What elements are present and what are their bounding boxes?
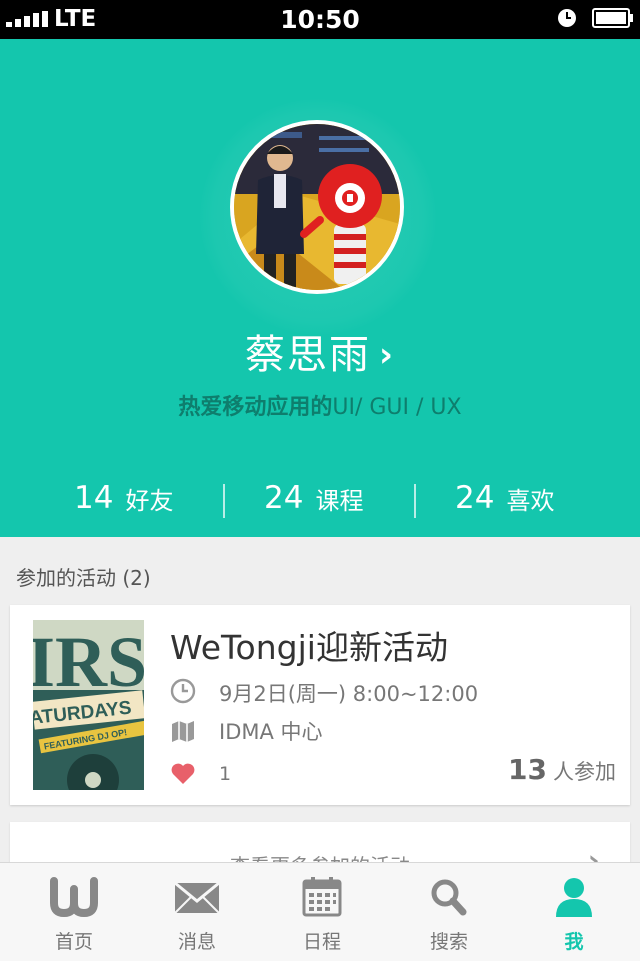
tab-label: 日程: [302, 931, 341, 953]
stat-likes[interactable]: 24 喜欢: [455, 480, 554, 522]
event-like-count: 1: [219, 763, 232, 785]
participants-label: 人参加: [553, 760, 616, 784]
section-title: 参加的活动 (2): [16, 566, 151, 590]
envelope-icon: [174, 881, 220, 914]
heart-icon[interactable]: [170, 761, 196, 787]
stat-courses[interactable]: 24 课程: [264, 480, 363, 522]
stat-label: 喜欢: [506, 486, 555, 515]
tab-messages[interactable]: 消息: [133, 863, 261, 961]
stat-friends[interactable]: 14 好友: [74, 480, 173, 522]
profile-stats: 14 好友 24 课程 24 喜欢: [0, 480, 640, 522]
bio-text: 热爱移动应用的: [178, 395, 333, 420]
stat-value: 14: [74, 480, 114, 516]
tab-label: 我: [564, 931, 584, 953]
search-icon: [431, 879, 467, 916]
status-bar: LTE 10:50: [0, 0, 640, 39]
chevron-right-icon: ›: [378, 335, 395, 375]
tab-label: 搜索: [429, 931, 468, 953]
participants: 13 人参加: [508, 753, 616, 786]
event-poster-image: IRS ATURDAYS FEATURING DJ OP!: [33, 620, 144, 790]
clock-icon: [170, 678, 196, 704]
map-icon: [172, 721, 194, 742]
tab-home[interactable]: 首页: [10, 863, 138, 961]
user-name-link[interactable]: 蔡思雨 ›: [0, 322, 640, 380]
poster-big-text: IRS: [33, 622, 144, 702]
battery-icon: [592, 8, 633, 28]
calendar-icon: [302, 877, 342, 917]
status-time: 10:50: [280, 5, 360, 34]
stat-label: 课程: [315, 486, 364, 515]
event-title: WeTongji迎新活动: [170, 628, 448, 667]
tab-label: 首页: [54, 931, 93, 953]
stat-label: 好友: [125, 486, 174, 515]
tab-schedule[interactable]: 日程: [258, 863, 386, 961]
avatar[interactable]: [230, 120, 404, 294]
alarm-clock-icon: [558, 9, 576, 27]
participants-count: 13: [508, 753, 547, 786]
user-bio: 热爱移动应用的UI/ GUI / UX: [0, 389, 640, 421]
event-location: IDMA 中心: [219, 720, 323, 744]
stat-value: 24: [264, 480, 304, 516]
tab-bar: 首页 消息 日程 搜索 我: [0, 862, 640, 961]
stat-divider: [414, 484, 416, 518]
tab-me[interactable]: 我: [510, 863, 638, 961]
bio-roles: UI/ GUI / UX: [332, 395, 462, 420]
event-card[interactable]: IRS ATURDAYS FEATURING DJ OP! WeTongji迎新…: [10, 605, 630, 805]
tab-label: 消息: [177, 931, 216, 953]
user-name: 蔡思雨: [244, 332, 371, 378]
event-time: 9月2日(周一) 8:00~12:00: [219, 682, 479, 706]
user-icon: [556, 878, 592, 917]
profile-header: 蔡思雨 › 热爱移动应用的UI/ GUI / UX 14 好友 24 课程 24 喜欢: [0, 39, 640, 537]
w-logo-icon: [50, 877, 98, 918]
stat-divider: [223, 484, 225, 518]
stat-value: 24: [455, 480, 495, 516]
tab-search[interactable]: 搜索: [385, 863, 513, 961]
